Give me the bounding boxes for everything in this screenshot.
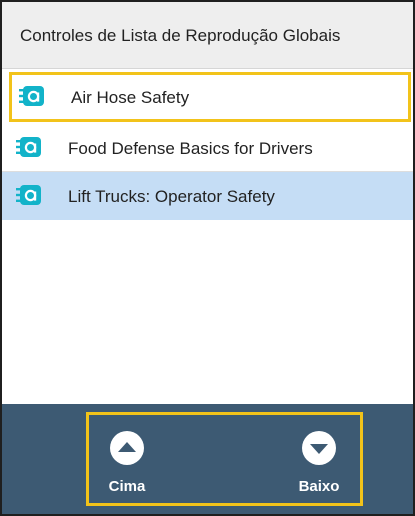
course-icon [16, 136, 42, 158]
playlist-item-food-defense[interactable]: Food Defense Basics for Drivers [2, 124, 413, 172]
playlist-item-label: Food Defense Basics for Drivers [68, 139, 313, 158]
arrow-up-circle-icon [110, 431, 144, 465]
panel-title: Controles de Lista de Reprodução Globais [20, 26, 341, 45]
global-playlist-controls-panel: Controles de Lista de Reprodução Globais… [0, 0, 415, 516]
panel-header: Controles de Lista de Reprodução Globais [2, 2, 413, 69]
course-icon [16, 184, 42, 206]
playlist-item-air-hose-safety[interactable]: Air Hose Safety [9, 72, 411, 122]
move-down-label: Baixo [298, 478, 340, 495]
playlist-item-label: Lift Trucks: Operator Safety [68, 187, 275, 206]
playlist-footer-controls: Cima Baixo [2, 404, 413, 514]
move-down-button[interactable]: Baixo [289, 428, 349, 495]
playlist-list: Air Hose Safety Food Defense Basics for … [2, 69, 413, 404]
move-up-label: Cima [108, 478, 146, 495]
playlist-item-label: Air Hose Safety [71, 88, 190, 107]
arrow-down-circle-icon [302, 431, 336, 465]
move-up-button[interactable]: Cima [97, 428, 157, 495]
playlist-item-lift-trucks[interactable]: Lift Trucks: Operator Safety [2, 172, 413, 220]
course-icon [19, 85, 45, 107]
